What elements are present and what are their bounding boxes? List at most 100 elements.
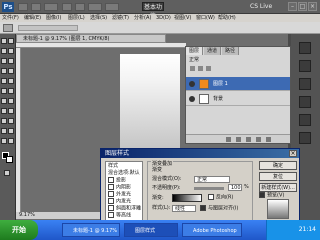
swatches-panel-icon[interactable] bbox=[299, 60, 311, 72]
menu-image[interactable]: 图像(I) bbox=[46, 14, 61, 22]
style-item-styles[interactable]: 样式 bbox=[108, 163, 142, 170]
visibility-eye-icon[interactable] bbox=[189, 96, 195, 102]
brush-tool-icon[interactable] bbox=[8, 68, 14, 74]
checkbox[interactable] bbox=[200, 205, 206, 211]
close-icon[interactable]: × bbox=[308, 2, 317, 11]
checkbox[interactable] bbox=[108, 191, 114, 197]
masks-panel-icon[interactable] bbox=[299, 114, 311, 126]
style-select[interactable]: 线性 bbox=[172, 205, 196, 212]
checkbox[interactable] bbox=[108, 205, 114, 211]
align-checkbox[interactable]: 与图层对齐(I) bbox=[200, 205, 238, 213]
menu-layer[interactable]: 图层(L) bbox=[68, 14, 85, 22]
reset-button[interactable]: 复位 bbox=[259, 172, 297, 181]
screen-mode-button[interactable] bbox=[105, 3, 119, 11]
fx-icon[interactable] bbox=[236, 137, 241, 142]
mini-bridge-button[interactable] bbox=[31, 3, 41, 11]
tool-options-field[interactable] bbox=[18, 25, 78, 31]
layer-row-background[interactable]: 背景 bbox=[186, 92, 290, 106]
menu-filter[interactable]: 滤镜(T) bbox=[112, 14, 129, 22]
menu-edit[interactable]: 编辑(E) bbox=[24, 14, 41, 22]
style-item-drop-shadow[interactable]: 投影 bbox=[108, 177, 142, 184]
adjustments-panel-icon[interactable] bbox=[299, 96, 311, 108]
history-panel-icon[interactable] bbox=[299, 132, 311, 144]
trash-icon[interactable] bbox=[266, 137, 271, 142]
rotate-view-button[interactable] bbox=[75, 3, 85, 11]
eraser-tool-icon[interactable] bbox=[1, 88, 7, 94]
menu-select[interactable]: 选择(S) bbox=[90, 14, 107, 22]
arrange-documents-button[interactable] bbox=[88, 3, 102, 11]
blend-mode-select[interactable]: 正常 bbox=[186, 56, 290, 64]
hand-tool-button[interactable] bbox=[62, 3, 72, 11]
path-select-icon[interactable] bbox=[1, 118, 7, 124]
taskbar-item-document[interactable]: 未标题-1 @ 9.17% bbox=[62, 223, 120, 237]
style-item-contour[interactable]: 等高线 bbox=[108, 212, 142, 219]
background-color-swatch[interactable] bbox=[6, 156, 13, 163]
new-layer-icon[interactable] bbox=[256, 137, 261, 142]
style-item-blending[interactable]: 混合选项:默认 bbox=[108, 170, 142, 177]
close-icon[interactable]: × bbox=[289, 150, 297, 157]
tab-paths[interactable]: 路径 bbox=[222, 47, 240, 55]
hand-tool-icon[interactable] bbox=[1, 138, 7, 144]
checkbox[interactable] bbox=[208, 194, 214, 200]
checkbox[interactable] bbox=[259, 192, 265, 198]
checkbox[interactable] bbox=[108, 212, 114, 218]
tab-layers[interactable]: 图层 bbox=[186, 47, 204, 55]
blend-mode-select[interactable]: 正常 bbox=[194, 176, 230, 183]
marquee-tool-icon[interactable] bbox=[8, 38, 14, 44]
new-style-button[interactable]: 新建样式(W)... bbox=[259, 183, 297, 192]
clone-stamp-icon[interactable] bbox=[1, 78, 7, 84]
opacity-slider[interactable] bbox=[194, 187, 224, 190]
healing-brush-icon[interactable] bbox=[1, 68, 7, 74]
document-tab[interactable]: 未标题-1 @ 9.17% (图层 1, CMYK/8) bbox=[16, 34, 166, 43]
bridge-button[interactable] bbox=[18, 3, 28, 11]
style-item-inner-shadow[interactable]: 内阴影 bbox=[108, 184, 142, 191]
cs-live-button[interactable]: CS Live bbox=[250, 2, 284, 12]
style-item-bevel[interactable]: 斜面和浮雕 bbox=[108, 205, 142, 212]
quick-mask-icon[interactable] bbox=[4, 170, 10, 176]
menu-analysis[interactable]: 分析(A) bbox=[134, 14, 151, 22]
move-tool-icon[interactable] bbox=[1, 38, 7, 44]
minimize-icon[interactable]: – bbox=[288, 2, 297, 11]
taskbar-item-photoshop[interactable]: Adobe Photoshop bbox=[182, 223, 242, 237]
lock-position-icon[interactable] bbox=[198, 66, 203, 71]
maximize-icon[interactable]: □ bbox=[298, 2, 307, 11]
taskbar-item-dialog[interactable]: 图层样式 bbox=[124, 223, 178, 237]
mask-icon[interactable] bbox=[246, 137, 251, 142]
menu-help[interactable]: 帮助(H) bbox=[218, 14, 236, 22]
lock-icon[interactable] bbox=[190, 66, 195, 71]
history-brush-icon[interactable] bbox=[8, 78, 14, 84]
ok-button[interactable]: 确定 bbox=[259, 161, 297, 170]
type-tool-icon[interactable] bbox=[8, 108, 14, 114]
3d-orbit-icon[interactable] bbox=[8, 128, 14, 134]
eyedropper-icon[interactable] bbox=[8, 58, 14, 64]
color-panel-icon[interactable] bbox=[299, 42, 311, 54]
menu-file[interactable]: 文件(F) bbox=[2, 14, 19, 22]
visibility-eye-icon[interactable] bbox=[189, 81, 195, 87]
blur-tool-icon[interactable] bbox=[1, 98, 7, 104]
dodge-tool-icon[interactable] bbox=[8, 98, 14, 104]
checkbox[interactable] bbox=[108, 177, 114, 183]
start-button[interactable]: 开始 bbox=[0, 220, 38, 240]
style-item-outer-glow[interactable]: 外发光 bbox=[108, 191, 142, 198]
pen-tool-icon[interactable] bbox=[1, 108, 7, 114]
menu-3d[interactable]: 3D(D) bbox=[156, 14, 171, 22]
magic-wand-icon[interactable] bbox=[8, 48, 14, 54]
crop-tool-icon[interactable] bbox=[1, 58, 7, 64]
tool-preset-icon[interactable] bbox=[3, 24, 13, 32]
lasso-tool-icon[interactable] bbox=[1, 48, 7, 54]
workspace-basic-button[interactable]: 基本功能 bbox=[142, 2, 164, 20]
checkbox[interactable] bbox=[108, 184, 114, 190]
gradient-tool-icon[interactable] bbox=[8, 88, 14, 94]
zoom-button[interactable] bbox=[44, 3, 58, 11]
menu-window[interactable]: 窗口(W) bbox=[196, 14, 215, 22]
link-layers-icon[interactable] bbox=[226, 137, 231, 142]
tab-channels[interactable]: 通道 bbox=[204, 47, 222, 55]
menu-view[interactable]: 视图(V) bbox=[174, 14, 191, 22]
checkbox[interactable] bbox=[108, 198, 114, 204]
style-item-inner-glow[interactable]: 内发光 bbox=[108, 198, 142, 205]
layer-row-layer1[interactable]: 图层 1 bbox=[186, 77, 290, 91]
lock-all-icon[interactable] bbox=[206, 66, 211, 71]
gradient-picker[interactable] bbox=[172, 194, 202, 202]
styles-panel-icon[interactable] bbox=[299, 78, 311, 90]
opacity-input[interactable]: 100 bbox=[228, 184, 242, 191]
